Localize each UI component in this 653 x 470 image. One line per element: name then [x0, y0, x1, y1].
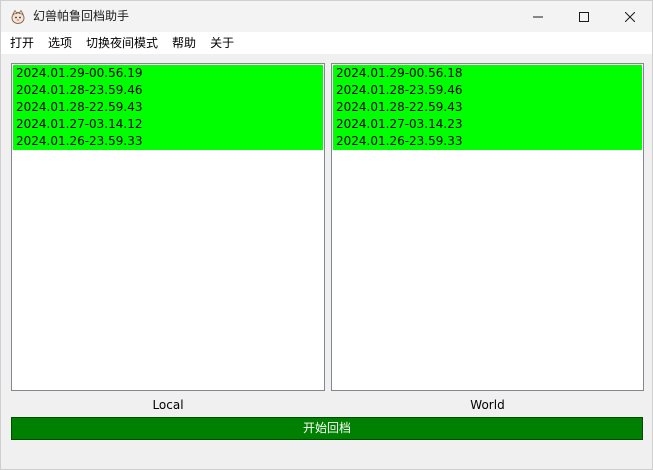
world-list-item[interactable]: 2024.01.29-00.56.18 — [333, 65, 642, 82]
local-list-item[interactable]: 2024.01.26-23.59.33 — [13, 133, 323, 150]
app-window: 幻兽帕鲁回档助手 打开 选项 切换夜间模式 帮助 关于 2024.01.29-0… — [0, 0, 653, 470]
local-list-item[interactable]: 2024.01.27-03.14.12 — [13, 116, 323, 133]
world-list-item[interactable]: 2024.01.26-23.59.33 — [333, 133, 642, 150]
local-label: Local — [152, 398, 184, 412]
world-label: World — [470, 398, 505, 412]
app-icon — [11, 9, 25, 24]
menu-options[interactable]: 选项 — [41, 33, 79, 53]
local-listbox[interactable]: 2024.01.29-00.56.19 2024.01.28-23.59.46 … — [11, 63, 325, 391]
menu-help[interactable]: 帮助 — [165, 33, 203, 53]
close-icon — [625, 11, 635, 22]
minimize-icon — [533, 16, 543, 17]
start-rollback-button[interactable]: 开始回档 — [11, 417, 643, 440]
window-title: 幻兽帕鲁回档助手 — [33, 9, 130, 23]
maximize-button[interactable] — [561, 1, 607, 32]
main-panel: 2024.01.29-00.56.19 2024.01.28-23.59.46 … — [1, 54, 652, 469]
world-list-item[interactable]: 2024.01.28-23.59.46 — [333, 82, 642, 99]
world-list-item[interactable]: 2024.01.27-03.14.23 — [333, 116, 642, 133]
world-listbox[interactable]: 2024.01.29-00.56.18 2024.01.28-23.59.46 … — [331, 63, 644, 391]
close-button[interactable] — [607, 1, 653, 32]
menu-bar: 打开 选项 切换夜间模式 帮助 关于 — [1, 32, 652, 54]
menu-open[interactable]: 打开 — [3, 33, 41, 53]
local-list-item[interactable]: 2024.01.28-22.59.43 — [13, 99, 323, 116]
maximize-icon — [579, 11, 589, 22]
menu-toggle-night-mode[interactable]: 切换夜间模式 — [79, 33, 165, 53]
menu-about[interactable]: 关于 — [203, 33, 241, 53]
minimize-button[interactable] — [515, 1, 561, 32]
world-list-item[interactable]: 2024.01.28-22.59.43 — [333, 99, 642, 116]
local-list-item[interactable]: 2024.01.29-00.56.19 — [13, 65, 323, 82]
local-list-item[interactable]: 2024.01.28-23.59.46 — [13, 82, 323, 99]
title-bar[interactable]: 幻兽帕鲁回档助手 — [1, 1, 652, 32]
